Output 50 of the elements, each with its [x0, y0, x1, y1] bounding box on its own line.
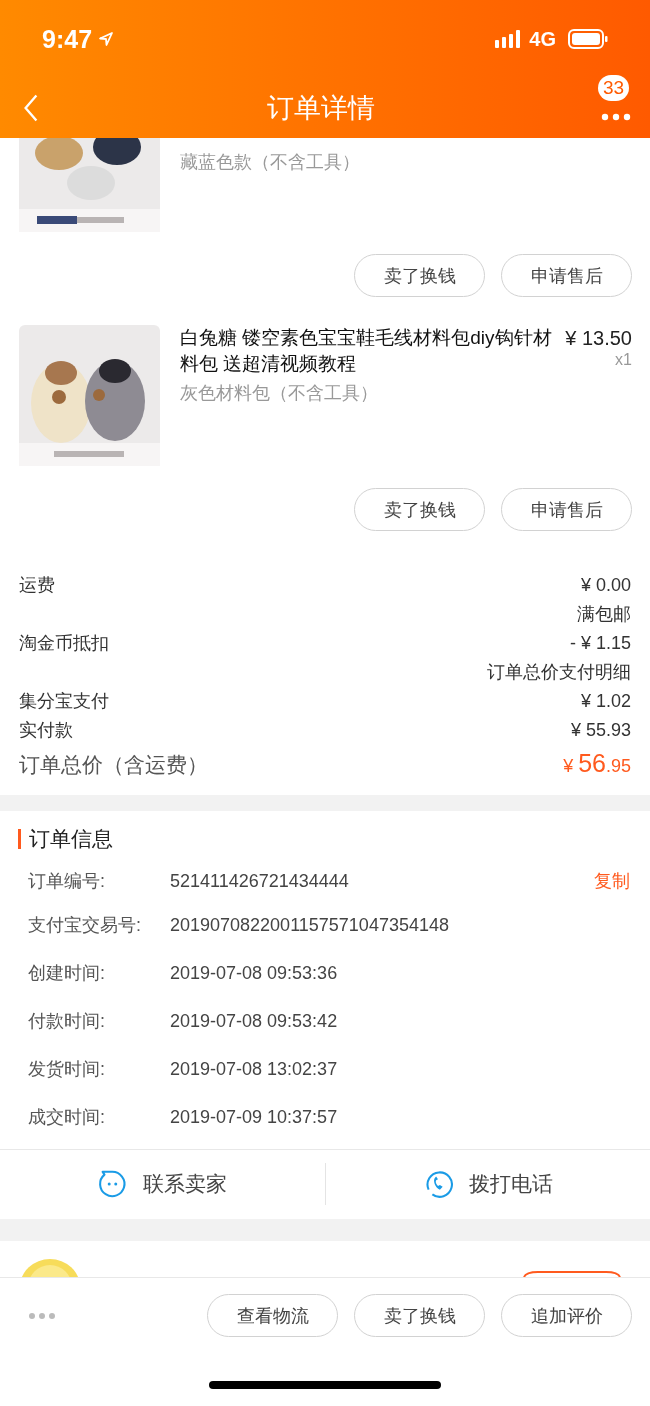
info-label: 发货时间:: [28, 1058, 106, 1081]
fee-value: ¥ 0.00: [580, 574, 631, 597]
battery-icon: [568, 29, 608, 49]
fee-note: 订单总价支付明细: [487, 661, 631, 684]
contact-button[interactable]: 拨打电话: [325, 1168, 650, 1201]
action-button[interactable]: 卖了换钱: [354, 254, 485, 297]
notification-badge: 33: [598, 75, 630, 101]
info-value: 2019-07-08 13:02:37: [170, 1058, 339, 1080]
contact-button[interactable]: 联系卖家: [0, 1168, 325, 1201]
fee-value: ¥ 1.02: [580, 690, 631, 713]
product-quantity: x1: [615, 351, 632, 369]
product-variant: 灰色材料包（不含工具）: [180, 382, 379, 405]
action-button[interactable]: 追加评价: [501, 1294, 632, 1337]
total-price: ¥ 56.95: [563, 749, 631, 779]
info-label: 付款时间:: [28, 1010, 106, 1033]
fee-value: ¥ 55.93: [570, 719, 631, 742]
page-title: 订单详情: [266, 92, 376, 125]
product-title[interactable]: 白兔糖 镂空素色宝宝鞋毛线材料包diy钩针材料包 送超清视频教程: [180, 325, 558, 377]
network-label: 4G: [529, 27, 556, 51]
signal-icon: [495, 30, 522, 48]
section-title: 订单信息: [29, 826, 113, 852]
chat-bubble-icon: [97, 1169, 128, 1200]
total-label: 订单总价（含运费）: [19, 752, 208, 778]
fee-label: 集分宝支付: [19, 690, 109, 713]
product-price: ¥ 13.50: [565, 326, 632, 351]
fee-note: 满包邮: [577, 603, 631, 626]
info-value: 2019-07-09 10:37:57: [170, 1106, 339, 1128]
status-time: 9:47: [42, 24, 93, 54]
fee-label: 实付款: [19, 719, 73, 742]
action-button[interactable]: 查看物流: [207, 1294, 338, 1337]
product-variant: 藏蓝色款（不含工具）: [180, 151, 361, 174]
location-arrow-icon: [98, 31, 115, 47]
more-options-icon[interactable]: [28, 1311, 56, 1320]
action-button[interactable]: 申请售后: [501, 488, 632, 531]
info-value: 2019-07-08 09:53:36: [170, 962, 339, 984]
info-value: 521411426721434444: [170, 870, 350, 892]
fee-value: - ¥ 1.15: [569, 632, 631, 655]
info-label: 订单编号:: [28, 870, 106, 893]
more-icon[interactable]: [601, 113, 631, 121]
info-label: 支付宝交易号:: [28, 914, 142, 937]
info-value: 2019-07-08 09:53:42: [170, 1010, 339, 1032]
fee-label: 运费: [19, 574, 55, 597]
action-button[interactable]: 卖了换钱: [354, 1294, 485, 1337]
action-button[interactable]: 卖了换钱: [354, 488, 485, 531]
info-value: 2019070822001157571047354148: [170, 914, 450, 936]
action-button[interactable]: 申请售后: [501, 254, 632, 297]
info-label: 成交时间:: [28, 1106, 106, 1129]
coin-icon: [20, 1257, 80, 1277]
info-label: 创建时间:: [28, 962, 106, 985]
fee-label: 淘金币抵扣: [19, 632, 109, 655]
